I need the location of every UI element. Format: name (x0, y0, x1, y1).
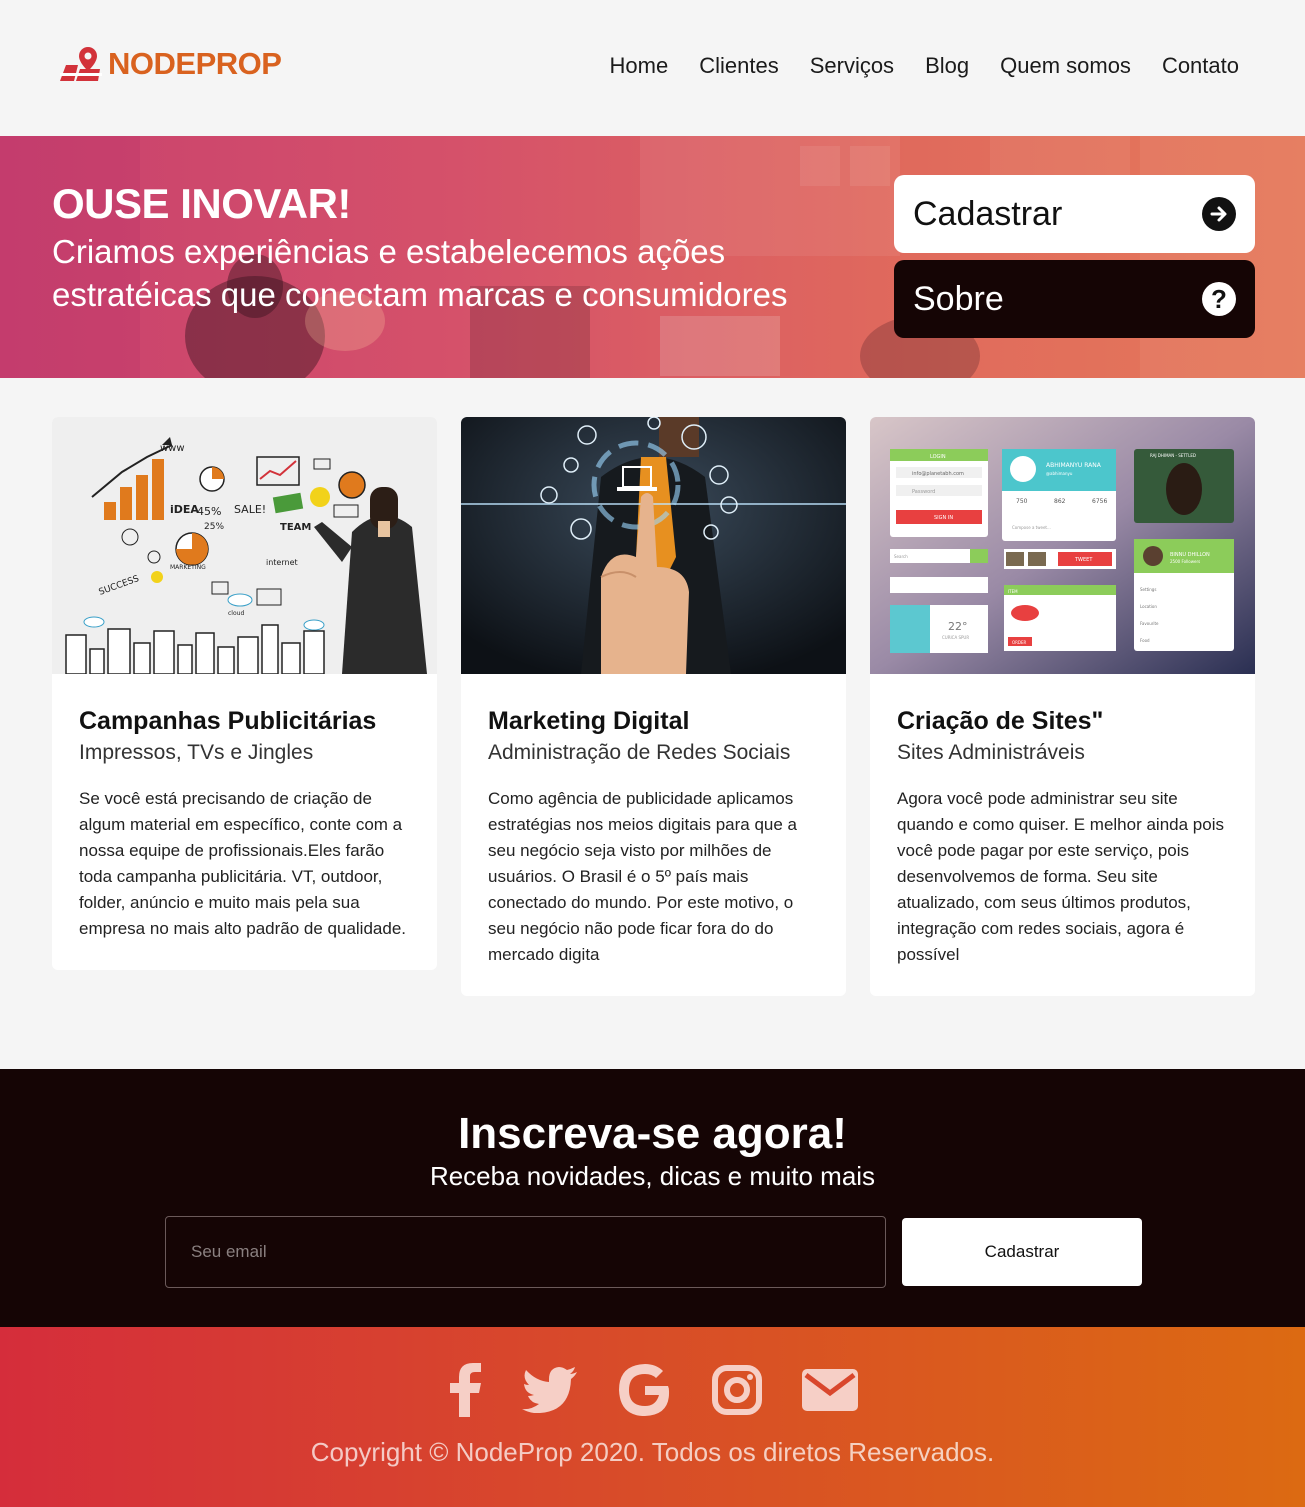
ui-login-label: LOGIN (930, 454, 946, 460)
ui-search-label: Search (894, 554, 908, 559)
ui-signin-label: SIGN IN (934, 515, 953, 521)
service-card-campanhas: www iDEA 45% SALE! TEAM 25% internet MAR… (52, 417, 437, 970)
img-label-team: TEAM (280, 522, 311, 533)
ui-tweet-label: TWEET (1074, 557, 1093, 563)
main-nav: Home Clientes Serviços Blog Quem somos C… (610, 50, 1239, 82)
card-image-marketing (461, 417, 846, 674)
img-label-idea: iDEA (170, 503, 199, 516)
newsletter-subtitle: Receba novidades, dicas e muito mais (429, 1161, 876, 1191)
hero-subtitle: Criamos experiências e estabelecemos açõ… (52, 233, 788, 313)
card-image-sites: LOGIN info@planetabh.com Password SIGN I… (870, 417, 1255, 674)
card-text: Agora você pode administrar seu site qua… (897, 789, 1224, 964)
card-text: Como agência de publicidade aplicamos es… (488, 789, 798, 964)
google-icon[interactable] (618, 1363, 672, 1417)
arrow-right-circle-icon (1202, 197, 1236, 231)
hero-about-label: Sobre (913, 279, 1004, 318)
hero-title: OUSE INOVAR! (52, 180, 351, 227)
hero-banner: OUSE INOVAR! Criamos experiências e esta… (0, 136, 1305, 378)
ui-temp: 22° (948, 620, 968, 633)
img-label-cloud: cloud (228, 610, 244, 617)
card-title: Criação de Sites" (897, 707, 1104, 735)
card-subtitle: Impressos, TVs e Jingles (79, 741, 314, 764)
nav-clientes[interactable]: Clientes (699, 50, 778, 82)
card-subtitle: Sites Administráveis (897, 741, 1085, 764)
img-label-25: 25% (204, 522, 224, 532)
ui-profile-name: ABHIMANYU RANA (1046, 462, 1102, 469)
ui-menu-food: Food (1140, 638, 1150, 643)
nav-blog[interactable]: Blog (925, 50, 969, 82)
social-links (0, 1363, 1305, 1417)
site-header: NODEPROP Home Clientes Serviços Blog Que… (0, 0, 1305, 136)
ui-menu-favourite: Favourite (1140, 621, 1159, 626)
hero-register-button[interactable]: Cadastrar (894, 175, 1255, 253)
hero-about-button[interactable]: Sobre ? (894, 260, 1255, 338)
newsletter-submit-button[interactable]: Cadastrar (902, 1218, 1142, 1286)
question-circle-icon: ? (1202, 282, 1236, 316)
ui-password-label: Password (912, 489, 935, 495)
service-card-marketing: Marketing Digital Administração de Redes… (461, 417, 846, 996)
newsletter-title: Inscreva-se agora! (458, 1109, 847, 1158)
ui-stat-2: 862 (1054, 498, 1066, 505)
ui-stat-1: 750 (1016, 498, 1028, 505)
hero-register-label: Cadastrar (913, 194, 1063, 233)
img-label-45: 45% (197, 505, 221, 518)
ui-city: CURICA SPUR (942, 635, 969, 640)
ui-menu-settings: Settings (1140, 587, 1156, 592)
ui-compose-label: Compose a tweet... (1012, 525, 1051, 530)
nav-quem-somos[interactable]: Quem somos (1000, 50, 1131, 82)
ui-order-label: ORDER (1012, 640, 1027, 645)
map-pin-logo-icon (60, 47, 102, 81)
newsletter-section: Inscreva-se agora! Receba novidades, dic… (0, 1069, 1305, 1327)
instagram-icon[interactable] (711, 1365, 762, 1415)
nav-contato[interactable]: Contato (1162, 50, 1239, 82)
nav-servicos[interactable]: Serviços (810, 50, 894, 82)
newsletter-email-input[interactable] (165, 1216, 886, 1288)
site-footer: Copyright © NodeProp 2020. Todos os dire… (0, 1327, 1305, 1507)
card-subtitle: Administração de Redes Sociais (488, 741, 791, 764)
img-label-sale: SALE! (234, 503, 266, 516)
twitter-icon[interactable] (521, 1367, 578, 1413)
brand-name: NODEPROP (108, 46, 282, 81)
card-title: Campanhas Publicitárias (79, 707, 377, 735)
email-icon[interactable] (801, 1369, 858, 1411)
img-label-internet: internet (266, 558, 298, 567)
nav-home[interactable]: Home (610, 50, 669, 82)
img-label-marketing: MARKETING (170, 564, 206, 571)
img-label-www: www (160, 443, 185, 454)
ui-profile-handle: @abhimanyu (1046, 471, 1073, 476)
card-title: Marketing Digital (488, 707, 690, 735)
ui-item-label: ITEM (1008, 589, 1018, 594)
card-text: Se você está precisando de criação de al… (79, 789, 406, 938)
ui-user2-sub: 2500 Followers (1170, 559, 1200, 564)
card-image-campanhas: www iDEA 45% SALE! TEAM 25% internet MAR… (52, 417, 437, 674)
ui-email-label: info@planetabh.com (912, 471, 964, 477)
brand-logo[interactable]: NODEPROP (58, 44, 282, 84)
ui-menu-location: Location (1140, 604, 1157, 609)
ui-video-title: RAJ DHIMAN - SETTLED (1150, 453, 1196, 458)
ui-user2-name: BINNU DHILLON (1170, 552, 1210, 558)
service-card-sites: LOGIN info@planetabh.com Password SIGN I… (870, 417, 1255, 996)
facebook-icon[interactable] (448, 1363, 482, 1417)
ui-stat-3: 6756 (1092, 498, 1107, 505)
copyright-text: Copyright © NodeProp 2020. Todos os dire… (310, 1437, 995, 1467)
